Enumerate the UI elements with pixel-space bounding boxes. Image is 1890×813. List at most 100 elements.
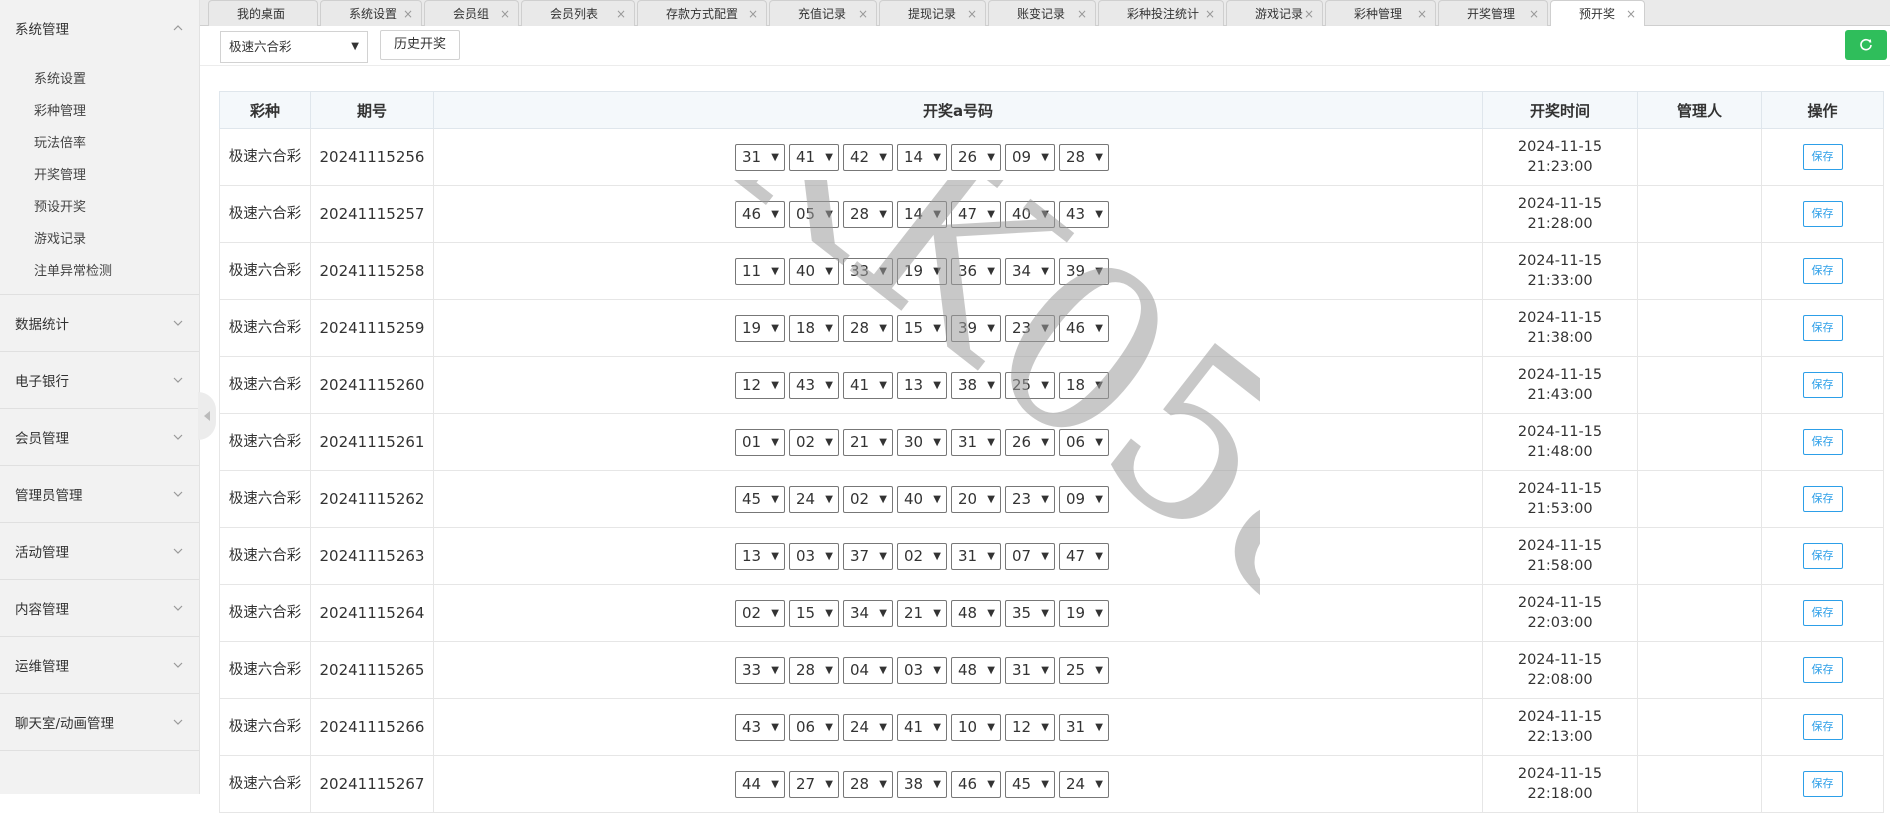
number-select[interactable]: 36 ▼: [951, 257, 1001, 285]
number-select[interactable]: 09 ▼: [1005, 143, 1055, 171]
number-select[interactable]: 34 ▼: [843, 599, 893, 627]
sidebar-item-2[interactable]: 玩法倍率: [0, 128, 199, 160]
close-icon[interactable]: ×: [858, 1, 868, 27]
sidebar-group-6[interactable]: 内容管理: [0, 580, 199, 636]
sidebar-group-7[interactable]: 运维管理: [0, 637, 199, 693]
number-select[interactable]: 28 ▼: [843, 314, 893, 342]
number-select[interactable]: 28 ▼: [843, 200, 893, 228]
tab-5[interactable]: 充值记录 ×: [769, 0, 877, 26]
number-select[interactable]: 42 ▼: [843, 143, 893, 171]
refresh-button[interactable]: [1845, 30, 1887, 60]
number-select[interactable]: 23 ▼: [1005, 314, 1055, 342]
number-select[interactable]: 15 ▼: [897, 314, 947, 342]
number-select[interactable]: 48 ▼: [951, 599, 1001, 627]
number-select[interactable]: 05 ▼: [789, 200, 839, 228]
tab-6[interactable]: 提现记录 ×: [879, 0, 986, 26]
save-button[interactable]: 保存: [1802, 657, 1843, 683]
number-select[interactable]: 04 ▼: [843, 656, 893, 684]
number-select[interactable]: 24 ▼: [843, 713, 893, 741]
sidebar-item-4[interactable]: 预设开奖: [0, 192, 199, 224]
number-select[interactable]: 43 ▼: [789, 371, 839, 399]
number-select[interactable]: 14 ▼: [897, 143, 947, 171]
number-select[interactable]: 26 ▼: [1005, 428, 1055, 456]
tab-1[interactable]: 系统设置 ×: [320, 0, 422, 26]
number-select[interactable]: 13 ▼: [735, 542, 785, 570]
save-button[interactable]: 保存: [1802, 486, 1843, 512]
sidebar-group-8[interactable]: 聊天室/动画管理: [0, 694, 199, 750]
number-select[interactable]: 40 ▼: [1005, 200, 1055, 228]
number-select[interactable]: 46 ▼: [951, 770, 1001, 798]
number-select[interactable]: 06 ▼: [789, 713, 839, 741]
sidebar-item-5[interactable]: 游戏记录: [0, 224, 199, 256]
save-button[interactable]: 保存: [1802, 372, 1843, 398]
number-select[interactable]: 43 ▼: [735, 713, 785, 741]
tab-9[interactable]: 游戏记录 ×: [1226, 0, 1323, 26]
save-button[interactable]: 保存: [1802, 771, 1843, 797]
close-icon[interactable]: ×: [1077, 1, 1087, 27]
number-select[interactable]: 43 ▼: [1059, 200, 1109, 228]
number-select[interactable]: 21 ▼: [843, 428, 893, 456]
close-icon[interactable]: ×: [1205, 1, 1215, 27]
save-button[interactable]: 保存: [1802, 315, 1843, 341]
number-select[interactable]: 41 ▼: [897, 713, 947, 741]
number-select[interactable]: 07 ▼: [1005, 542, 1055, 570]
number-select[interactable]: 02 ▼: [843, 485, 893, 513]
number-select[interactable]: 31 ▼: [1059, 713, 1109, 741]
number-select[interactable]: 37 ▼: [843, 542, 893, 570]
tab-7[interactable]: 账变记录 ×: [988, 0, 1096, 26]
number-select[interactable]: 13 ▼: [897, 371, 947, 399]
number-select[interactable]: 20 ▼: [951, 485, 1001, 513]
number-select[interactable]: 31 ▼: [951, 542, 1001, 570]
number-select[interactable]: 34 ▼: [1005, 257, 1055, 285]
close-icon[interactable]: ×: [616, 1, 626, 27]
tab-10[interactable]: 彩种管理 ×: [1325, 0, 1436, 26]
number-select[interactable]: 28 ▼: [1059, 143, 1109, 171]
close-icon[interactable]: ×: [403, 1, 413, 27]
number-select[interactable]: 24 ▼: [789, 485, 839, 513]
close-icon[interactable]: ×: [967, 1, 977, 27]
number-select[interactable]: 33 ▼: [843, 257, 893, 285]
save-button[interactable]: 保存: [1802, 429, 1843, 455]
tab-12[interactable]: 预开奖 ×: [1550, 0, 1645, 27]
lottery-select[interactable]: 极速六合彩 ▼: [220, 31, 368, 63]
tab-2[interactable]: 会员组 ×: [424, 0, 519, 26]
number-select[interactable]: 02 ▼: [897, 542, 947, 570]
number-select[interactable]: 28 ▼: [843, 770, 893, 798]
number-select[interactable]: 03 ▼: [789, 542, 839, 570]
number-select[interactable]: 38 ▼: [897, 770, 947, 798]
save-button[interactable]: 保存: [1802, 600, 1843, 626]
number-select[interactable]: 31 ▼: [951, 428, 1001, 456]
number-select[interactable]: 11 ▼: [735, 257, 785, 285]
history-draw-button[interactable]: 历史开奖: [380, 30, 460, 60]
number-select[interactable]: 19 ▼: [1059, 599, 1109, 627]
number-select[interactable]: 19 ▼: [897, 257, 947, 285]
save-button[interactable]: 保存: [1802, 201, 1843, 227]
number-select[interactable]: 14 ▼: [897, 200, 947, 228]
close-icon[interactable]: ×: [1529, 1, 1539, 27]
number-select[interactable]: 21 ▼: [897, 599, 947, 627]
number-select[interactable]: 26 ▼: [951, 143, 1001, 171]
number-select[interactable]: 30 ▼: [897, 428, 947, 456]
sidebar-group-1[interactable]: 数据统计: [0, 295, 199, 351]
sidebar-collapse-handle[interactable]: [198, 392, 216, 440]
save-button[interactable]: 保存: [1802, 144, 1843, 170]
close-icon[interactable]: ×: [1417, 1, 1427, 27]
number-select[interactable]: 47 ▼: [1059, 542, 1109, 570]
close-icon[interactable]: ×: [500, 1, 510, 27]
number-select[interactable]: 27 ▼: [789, 770, 839, 798]
number-select[interactable]: 39 ▼: [1059, 257, 1109, 285]
tab-4[interactable]: 存款方式配置 ×: [637, 0, 767, 26]
number-select[interactable]: 46 ▼: [1059, 314, 1109, 342]
number-select[interactable]: 41 ▼: [843, 371, 893, 399]
number-select[interactable]: 31 ▼: [1005, 656, 1055, 684]
tab-8[interactable]: 彩种投注统计 ×: [1098, 0, 1224, 26]
number-select[interactable]: 19 ▼: [735, 314, 785, 342]
number-select[interactable]: 47 ▼: [951, 200, 1001, 228]
number-select[interactable]: 48 ▼: [951, 656, 1001, 684]
number-select[interactable]: 39 ▼: [951, 314, 1001, 342]
number-select[interactable]: 35 ▼: [1005, 599, 1055, 627]
sidebar-group-5[interactable]: 活动管理: [0, 523, 199, 579]
number-select[interactable]: 45 ▼: [1005, 770, 1055, 798]
save-button[interactable]: 保存: [1802, 258, 1843, 284]
number-select[interactable]: 40 ▼: [789, 257, 839, 285]
